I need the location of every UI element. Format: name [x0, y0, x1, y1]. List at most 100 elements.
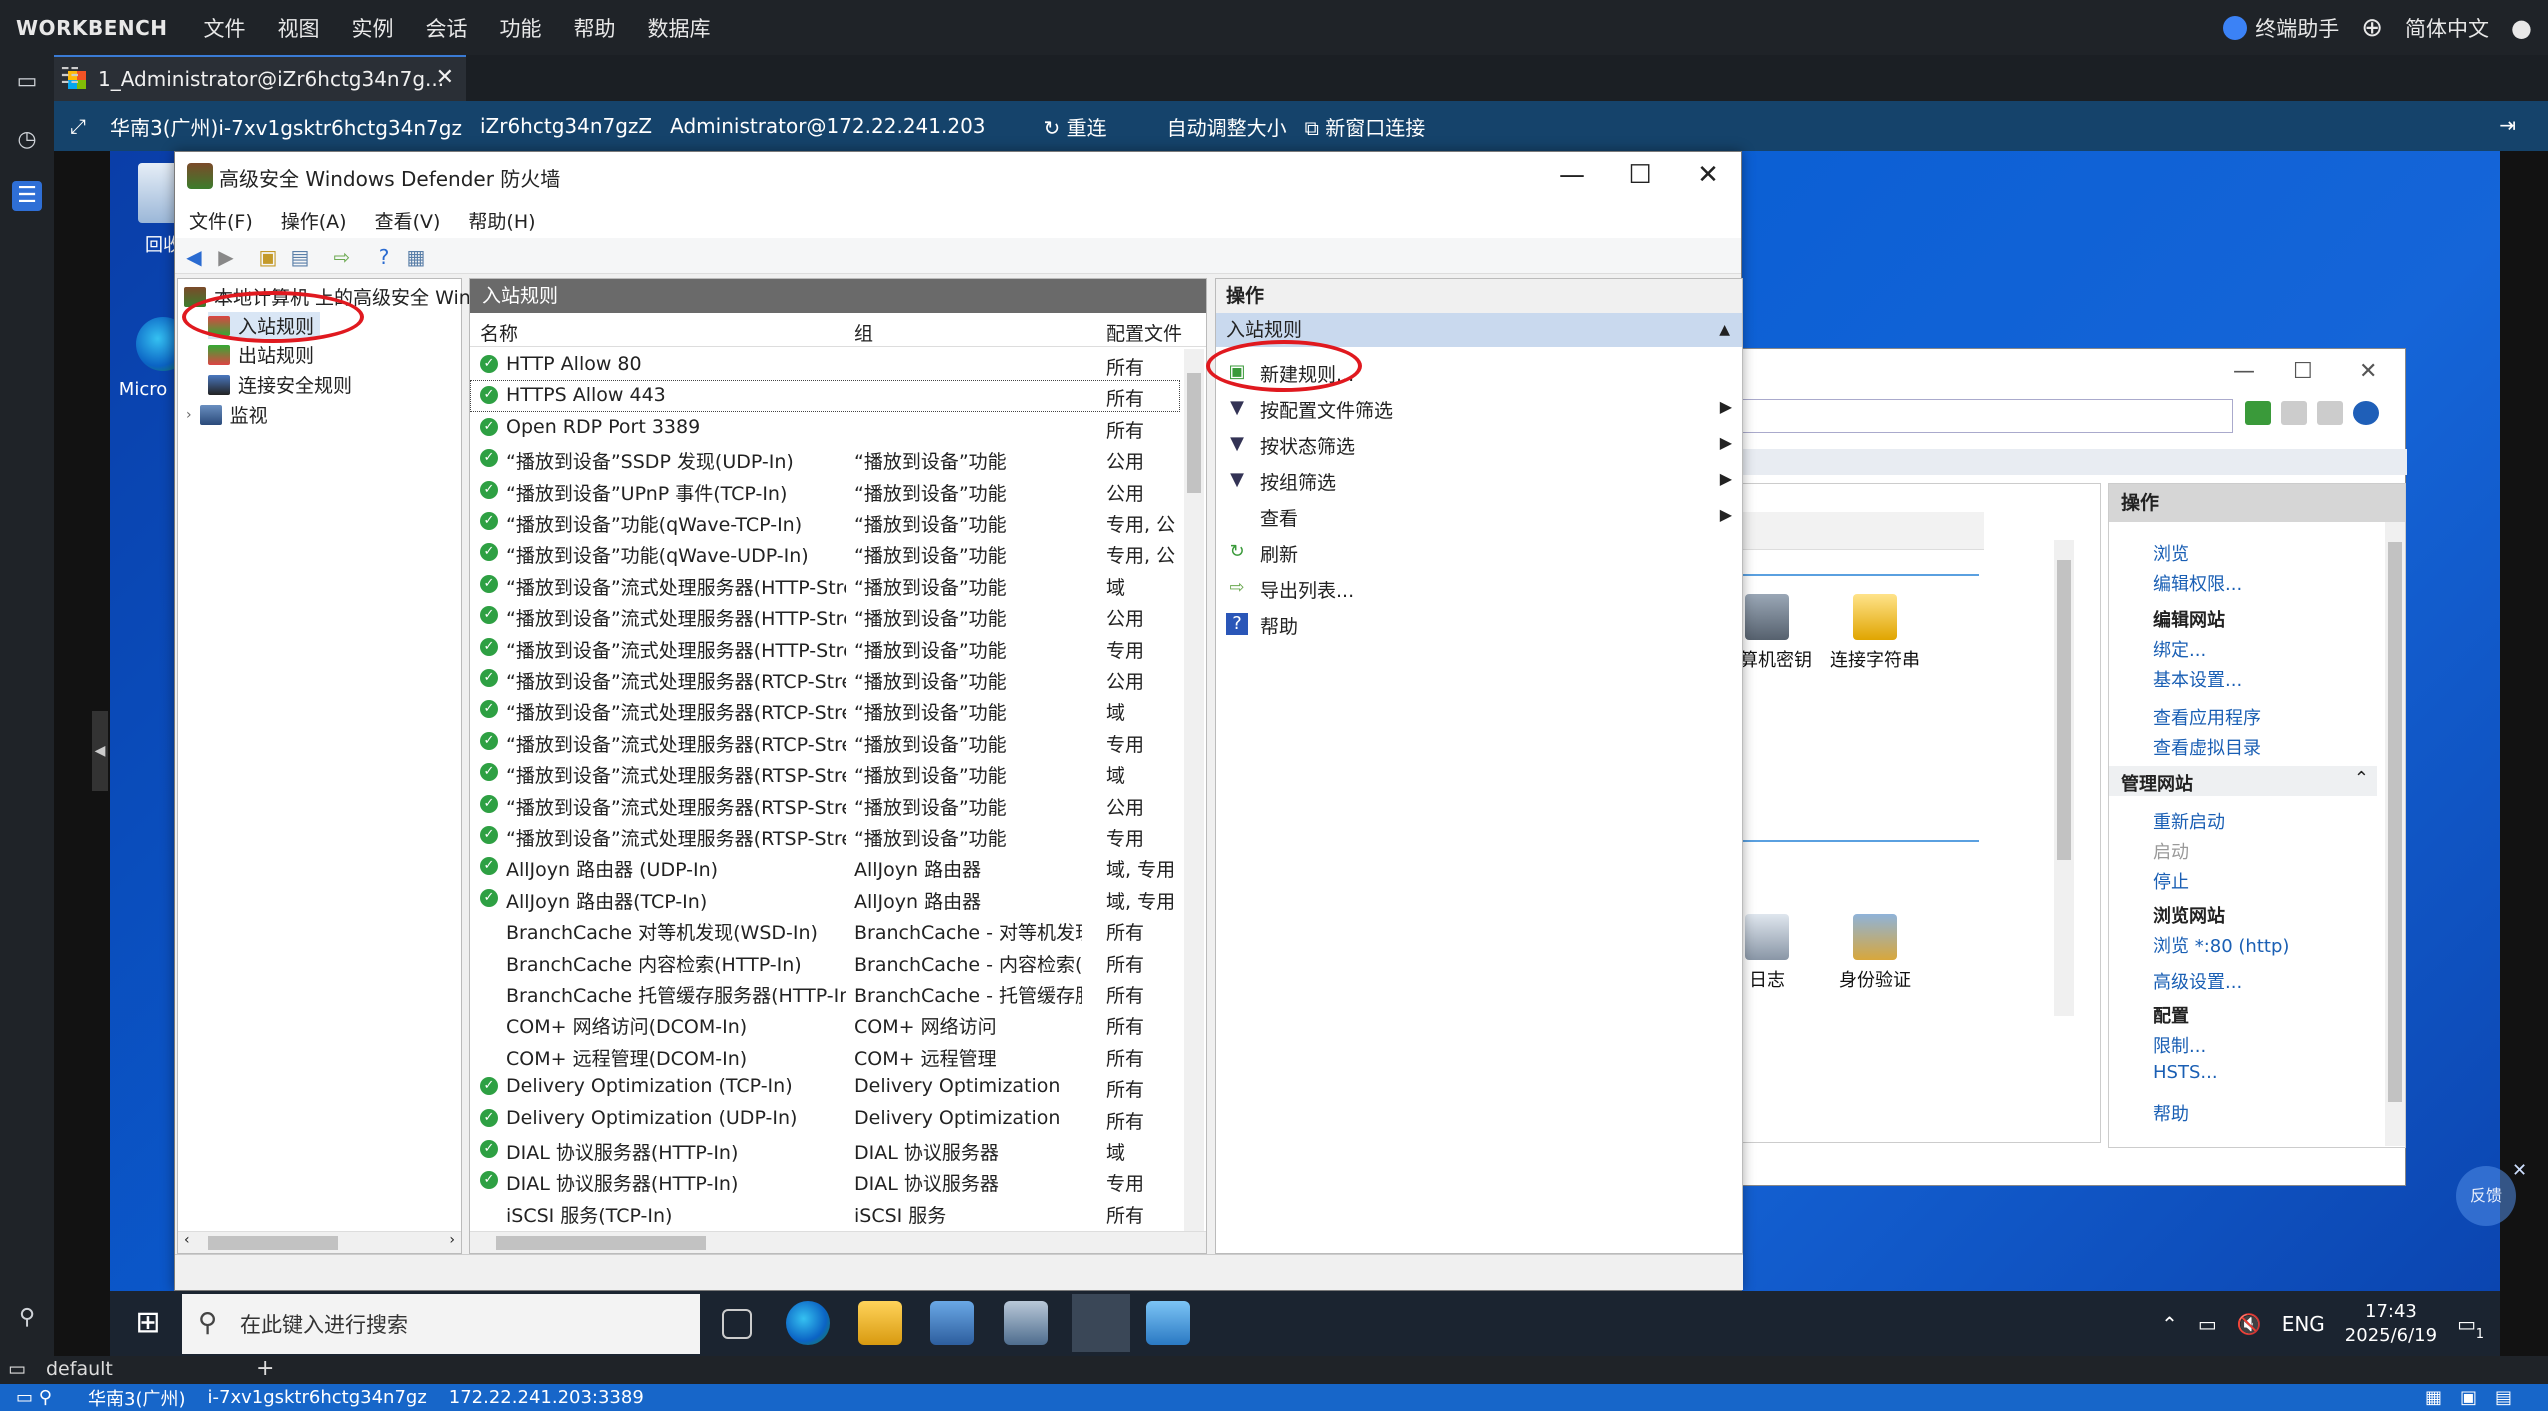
scroll-left-icon[interactable]: ‹	[184, 1232, 190, 1248]
forward-icon[interactable]: ▶	[213, 244, 239, 270]
iis-action-view-apps[interactable]: 查看应用程序	[2153, 704, 2261, 730]
iis-action-restart[interactable]: 重新启动	[2153, 808, 2225, 834]
reconnect-button[interactable]: ↻ 重连	[1044, 112, 1125, 141]
user-avatar-icon[interactable]: ●	[2511, 14, 2532, 42]
add-icon[interactable]: ⊕	[2361, 13, 2383, 43]
file-explorer-icon[interactable]	[858, 1301, 902, 1345]
export-icon[interactable]: ⇨	[329, 244, 355, 270]
close-icon[interactable]: ✕	[2359, 359, 2377, 384]
minimize-icon[interactable]: —	[1547, 160, 1597, 190]
table-row[interactable]: ✓ “播放到设备”流式处理服务器(RTSP-Stre... “播放到设备”功能 域	[470, 757, 1180, 788]
firewall-window[interactable]: 高级安全 Windows Defender 防火墙 — ☐ ✕ 文件(F) 操作…	[174, 151, 1744, 1291]
taskbar-clock[interactable]: 17:43 2025/6/19	[2345, 1300, 2437, 1348]
edge-icon[interactable]	[786, 1301, 830, 1345]
firewall-taskbar-button[interactable]	[1072, 1294, 1130, 1352]
feedback-button[interactable]: 反馈	[2456, 1166, 2516, 1226]
table-row[interactable]: ✓ “播放到设备”流式处理服务器(RTCP-Stre... “播放到设备”功能 域	[470, 694, 1180, 725]
refresh-icon[interactable]	[2245, 401, 2271, 425]
iis-action-hsts[interactable]: HSTS...	[2153, 1062, 2218, 1083]
feedback-close-icon[interactable]: ✕	[2512, 1160, 2527, 1181]
layout-icons[interactable]: ▦▣▤	[2425, 1387, 2530, 1408]
features-scrollbar[interactable]	[2054, 540, 2074, 1016]
menu-help[interactable]: 帮助(H)	[468, 207, 535, 234]
close-icon[interactable]: ✕	[436, 65, 454, 90]
table-row[interactable]: ✓ Delivery Optimization (UDP-In) Delivery …	[470, 1103, 1180, 1134]
maximize-icon[interactable]: ☐	[2293, 359, 2313, 384]
table-row[interactable]: ✓ “播放到设备”流式处理服务器(RTCP-Stre... “播放到设备”功能 公用	[470, 663, 1180, 694]
show-action-pane-icon[interactable]: ▦	[403, 244, 429, 270]
add-tab-icon[interactable]: +	[256, 1356, 274, 1381]
minimize-icon[interactable]: —	[2233, 359, 2255, 384]
back-icon[interactable]: ◀	[181, 244, 207, 270]
iis-action-stop[interactable]: 停止	[2153, 868, 2189, 894]
tree-item-monitor[interactable]: › 监视	[186, 401, 268, 428]
iis-action-bindings[interactable]: 绑定...	[2153, 636, 2206, 662]
stop-icon[interactable]	[2281, 401, 2307, 425]
taskbar-search[interactable]: ⚲ 在此键入进行搜索	[182, 1294, 700, 1354]
close-icon[interactable]: ✕	[1683, 160, 1733, 190]
language-selector[interactable]: 简体中文	[2405, 13, 2489, 43]
table-row[interactable]: ✓ DIAL 协议服务器(HTTP-In) DIAL 协议服务器 域	[470, 1134, 1180, 1165]
iis-manager-icon[interactable]	[1004, 1301, 1048, 1345]
rules-hscrollbar[interactable]	[470, 1231, 1206, 1253]
maximize-icon[interactable]: ☐	[1615, 160, 1665, 190]
tree-hscrollbar[interactable]: ‹ ›	[178, 1231, 461, 1253]
column-group[interactable]: 组	[854, 319, 873, 346]
up-folder-icon[interactable]: ▣	[255, 244, 281, 270]
remote-desktop-icon[interactable]	[1146, 1301, 1190, 1345]
table-row[interactable]: COM+ 远程管理(DCOM-In) COM+ 远程管理 所有	[470, 1040, 1180, 1071]
notification-icon[interactable]: ▭ 1	[2457, 1312, 2484, 1342]
windows-start-icon[interactable]: ⊞	[132, 1307, 164, 1339]
iis-actions-scrollbar[interactable]	[2385, 522, 2405, 1146]
new-window-button[interactable]: ⧉ 新窗口连接	[1305, 112, 1444, 141]
task-view-icon[interactable]	[722, 1309, 752, 1339]
auto-resize-button[interactable]: 自动调整大小	[1167, 112, 1287, 141]
rules-vscrollbar[interactable]	[1184, 349, 1204, 1231]
iis-action-advanced-settings[interactable]: 高级设置...	[2153, 968, 2242, 994]
help-icon[interactable]: ?	[371, 244, 397, 270]
feature-authentication[interactable]: 身份验证	[1820, 914, 1930, 992]
menu-features[interactable]: 功能	[484, 13, 558, 43]
column-name[interactable]: 名称	[480, 319, 518, 346]
show-hide-tree-icon[interactable]: ▤	[287, 244, 313, 270]
table-row[interactable]: ✓ HTTP Allow 80 所有	[470, 349, 1180, 380]
table-row[interactable]: ✓ “播放到设备”流式处理服务器(RTSP-Stre... “播放到设备”功能 专用	[470, 820, 1180, 851]
scroll-right-icon[interactable]: ›	[449, 1232, 455, 1248]
collapse-panel-handle[interactable]: ◀	[92, 711, 108, 791]
menu-view[interactable]: 查看(V)	[375, 207, 441, 234]
table-row[interactable]: ✓ “播放到设备”流式处理服务器(RTSP-Stre... “播放到设备”功能 公用	[470, 789, 1180, 820]
iis-manager-window[interactable]: — ☐ ✕ 志 计算机密钥 连接字符串 选 日志 身份验证 操作 浏览 编辑权限…	[1632, 348, 2407, 1186]
menu-file[interactable]: 文件	[188, 13, 262, 43]
history-icon[interactable]: ◷	[12, 125, 42, 155]
table-row[interactable]: ✓ “播放到设备”流式处理服务器(RTCP-Stre... “播放到设备”功能 专用	[470, 726, 1180, 757]
tray-chevron-icon[interactable]: ⌃	[2161, 1312, 2178, 1336]
menu-help[interactable]: 帮助	[558, 13, 632, 43]
action-item[interactable]: ⇨ 导出列表...	[1216, 571, 1744, 605]
action-item[interactable]: ▼ 按配置文件筛选 ▶	[1216, 391, 1744, 425]
table-row[interactable]: iSCSI 服务(TCP-In) iSCSI 服务 所有	[470, 1197, 1180, 1228]
menu-session[interactable]: 会话	[410, 13, 484, 43]
table-row[interactable]: ✓ “播放到设备”UPnP 事件(TCP-In) “播放到设备”功能 公用	[470, 475, 1180, 506]
collapse-icon[interactable]: ⌃	[2354, 768, 2369, 789]
terminal-assistant-button[interactable]: 终端助手	[2223, 13, 2339, 43]
table-row[interactable]: BranchCache 托管缓存服务器(HTTP-In) BranchCache …	[470, 977, 1180, 1008]
table-row[interactable]: ✓ AllJoyn 路由器 (UDP-In) AllJoyn 路由器 域, 专用	[470, 851, 1180, 882]
table-row[interactable]: ✓ “播放到设备”流式处理服务器(HTTP-Stre... “播放到设备”功能 公用	[470, 600, 1180, 631]
table-row[interactable]: BranchCache 内容检索(HTTP-In) BranchCache - 内…	[470, 946, 1180, 977]
fullscreen-icon[interactable]: ⤢	[70, 114, 86, 138]
menu-view[interactable]: 视图	[262, 13, 336, 43]
table-row[interactable]: ✓ “播放到设备”流式处理服务器(HTTP-Stre... “播放到设备”功能 域	[470, 569, 1180, 600]
menu-action[interactable]: 操作(A)	[281, 207, 347, 234]
table-row[interactable]: ✓ “播放到设备”功能(qWave-TCP-In) “播放到设备”功能 专用, 公	[470, 506, 1180, 537]
table-row[interactable]: ✓ “播放到设备”功能(qWave-UDP-In) “播放到设备”功能 专用, 公	[470, 537, 1180, 568]
feature-connection-strings[interactable]: 连接字符串	[1820, 594, 1930, 672]
table-row[interactable]: ✓ “播放到设备”流式处理服务器(HTTP-Stre... “播放到设备”功能 专用	[470, 632, 1180, 663]
tree-item-outbound-rules[interactable]: 出站规则	[208, 341, 314, 368]
iis-action-limits[interactable]: 限制...	[2153, 1032, 2206, 1058]
sessions-icon[interactable]: ☰	[12, 181, 42, 211]
iis-section-manage-site-bar[interactable]: 管理网站 ⌃	[2109, 766, 2377, 796]
bottom-tab-default[interactable]: default	[46, 1358, 113, 1380]
iis-action-help[interactable]: 帮助	[2153, 1100, 2189, 1126]
menu-database[interactable]: 数据库	[632, 13, 727, 43]
iis-action-browse-80[interactable]: 浏览 *:80 (http)	[2153, 932, 2289, 958]
